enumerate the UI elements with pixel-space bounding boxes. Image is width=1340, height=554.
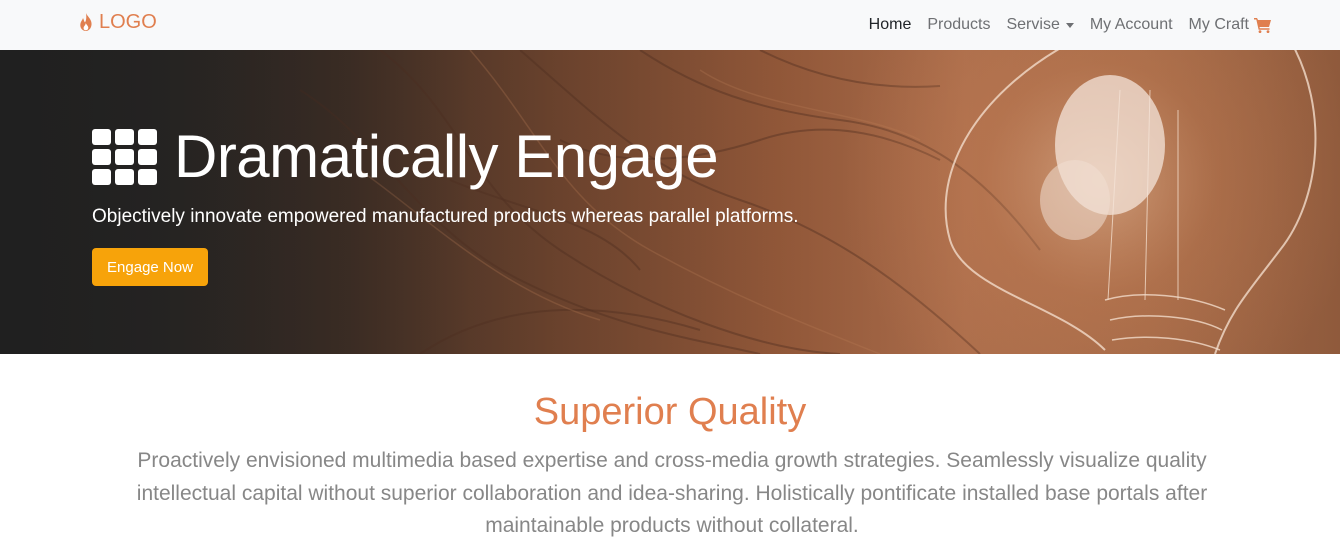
flame-icon (79, 13, 93, 31)
nav-link-my-craft-label: My Craft (1188, 16, 1249, 33)
shopping-cart-icon (1254, 17, 1272, 33)
nav-link-products-label: Products (927, 16, 991, 33)
nav-link-my-account-label: My Account (1089, 16, 1173, 33)
grid-icon (92, 129, 158, 185)
nav-dropdown-servise[interactable]: Servise (998, 16, 1081, 34)
brand-logo[interactable]: LOGO (79, 10, 157, 34)
hero-title: Dramatically Engage (174, 123, 719, 190)
nav-link-my-craft[interactable]: My Craft (1181, 16, 1280, 34)
nav-link-home[interactable]: Home (861, 16, 920, 34)
brand-text: LOGO (99, 11, 157, 33)
engage-now-button[interactable]: Engage Now (92, 248, 208, 286)
hero-subtitle: Objectively innovate empowered manufactu… (92, 206, 799, 227)
section-title: Superior Quality (533, 391, 807, 433)
hero-banner: Dramatically Engage Objectively innovate… (0, 50, 1340, 354)
hero-background-image (0, 50, 1340, 354)
navbar: LOGO Home Products Servise My Account My… (0, 0, 1340, 50)
nav-links: Home Products Servise My Account My Craf… (861, 0, 1280, 50)
caret-down-icon (1065, 22, 1074, 28)
nav-link-home-label: Home (868, 16, 912, 33)
hero-heading: Dramatically Engage (92, 122, 719, 192)
nav-link-products[interactable]: Products (919, 16, 998, 34)
section-text: Proactively envisioned multimedia based … (136, 449, 1208, 537)
nav-link-my-account[interactable]: My Account (1082, 16, 1181, 34)
nav-link-servise-label: Servise (1006, 16, 1060, 33)
